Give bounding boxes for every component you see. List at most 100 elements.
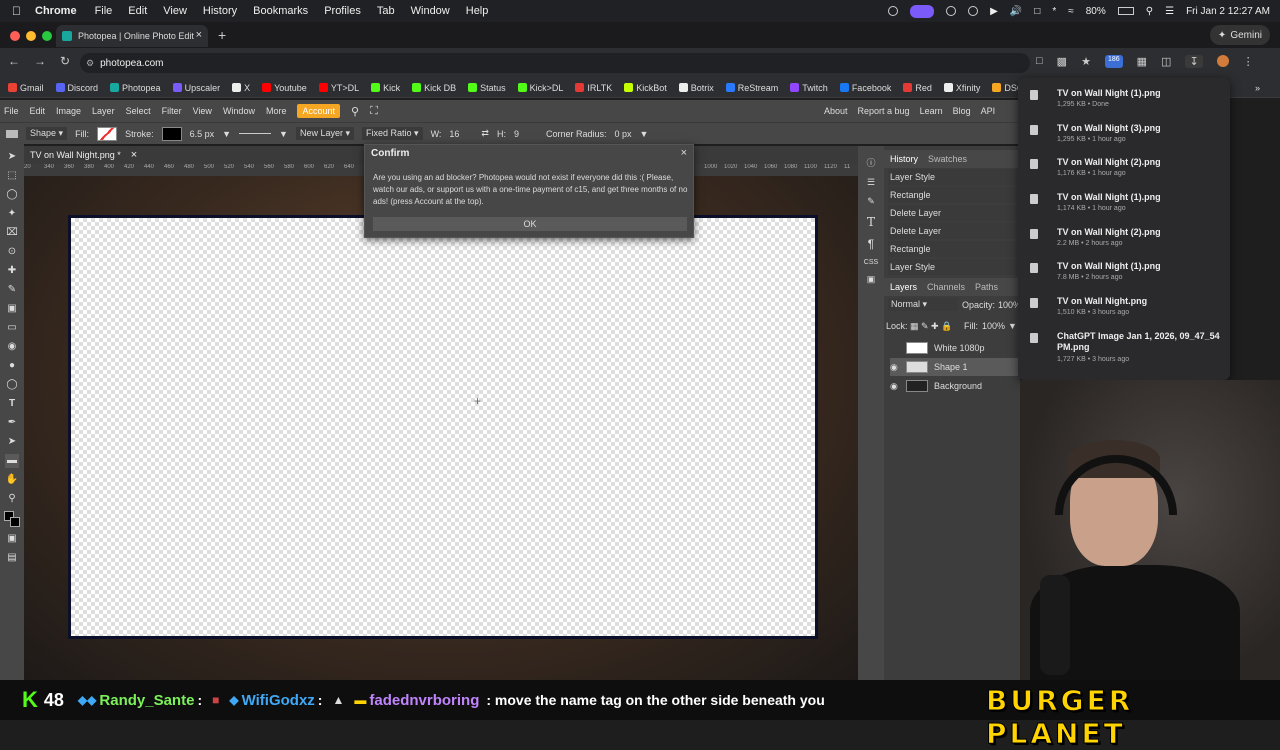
menubar-app-name[interactable]: Chrome xyxy=(35,5,77,17)
profile-avatar[interactable] xyxy=(1216,55,1229,67)
bookmark-kickbot[interactable]: KickBot xyxy=(624,83,667,93)
document-tab[interactable]: TV on Wall Night.png * × xyxy=(26,147,141,163)
page-icon[interactable]: □ xyxy=(1036,55,1043,68)
bookmark-kick[interactable]: Kick xyxy=(371,83,400,93)
pen-tool-icon[interactable]: ✒ xyxy=(5,416,19,430)
eye-icon[interactable]: ◉ xyxy=(890,362,900,373)
eye-icon[interactable]: ◉ xyxy=(890,381,900,392)
status-icon[interactable] xyxy=(946,6,957,16)
css-icon[interactable]: CSS xyxy=(864,259,878,266)
bookmark-irltk[interactable]: IRLTK xyxy=(575,83,612,93)
move-tool-icon[interactable]: ➤ xyxy=(5,150,19,164)
history-item[interactable]: Layer Style xyxy=(888,259,1018,275)
learn-link[interactable]: Learn xyxy=(920,106,943,116)
back-icon[interactable]: ← xyxy=(8,54,20,68)
download-item[interactable]: TV on Wall Night (1).png 7.8 MB • 2 hour… xyxy=(1030,261,1226,289)
pp-menu-image[interactable]: Image xyxy=(56,106,81,116)
tab-swatches[interactable]: Swatches xyxy=(928,154,967,164)
menubar-item-profiles[interactable]: Profiles xyxy=(324,5,361,17)
layer-row[interactable]: White 1080p xyxy=(890,339,1020,357)
magic-wand-tool-icon[interactable]: ✦ xyxy=(5,207,19,221)
new-layer-select[interactable]: New Layer ▾ xyxy=(295,127,355,140)
status-icon[interactable] xyxy=(888,6,899,16)
pp-menu-view[interactable]: View xyxy=(193,106,212,116)
close-window-button[interactable] xyxy=(10,31,20,41)
close-icon[interactable]: × xyxy=(681,147,687,159)
dodge-tool-icon[interactable]: ◯ xyxy=(5,378,19,392)
status-icon[interactable] xyxy=(968,6,979,16)
brush-tool-icon[interactable]: ✎ xyxy=(5,283,19,297)
menubar-item-view[interactable]: View xyxy=(163,5,187,17)
screen-share-icon[interactable] xyxy=(910,4,935,18)
bookmark-status[interactable]: Status xyxy=(468,83,506,93)
menubar-item-window[interactable]: Window xyxy=(411,5,450,17)
eraser-tool-icon[interactable]: ▭ xyxy=(5,321,19,335)
sidebar-icon[interactable]: ◫ xyxy=(1161,55,1171,68)
eyedropper-tool-icon[interactable]: ⊙ xyxy=(5,245,19,259)
pp-menu-window[interactable]: Window xyxy=(223,106,255,116)
menubar-clock[interactable]: Fri Jan 2 12:27 AM xyxy=(1186,6,1270,17)
brush-settings-icon[interactable]: ✎ xyxy=(867,196,875,207)
character-icon[interactable]: T xyxy=(867,215,875,229)
blur-tool-icon[interactable]: ● xyxy=(5,359,19,373)
chevron-down-icon[interactable]: ▼ xyxy=(1008,321,1017,331)
account-button[interactable]: Account xyxy=(297,104,340,118)
menubar-item-bookmarks[interactable]: Bookmarks xyxy=(253,5,308,17)
paragraph-icon[interactable]: ¶ xyxy=(868,237,874,251)
bookmark-discord[interactable]: Discord xyxy=(55,83,98,93)
cast-icon[interactable]: ▩ xyxy=(1057,55,1067,68)
zoom-tool-icon[interactable]: ⚲ xyxy=(5,492,19,506)
bookmark-facebook[interactable]: Facebook xyxy=(839,83,891,93)
bookmark-xfinity[interactable]: Xfinity xyxy=(943,83,980,93)
volume-icon[interactable]: 🔊 xyxy=(1010,6,1022,17)
download-item[interactable]: TV on Wall Night.png 1,510 KB • 3 hours … xyxy=(1030,296,1226,324)
download-item[interactable]: TV on Wall Night (1).png 1,174 KB • 1 ho… xyxy=(1030,192,1226,220)
play-icon[interactable]: ▶ xyxy=(990,6,998,17)
download-icon[interactable]: ↧ xyxy=(1185,55,1203,68)
chevron-down-icon[interactable]: ▼ xyxy=(222,129,231,139)
history-item[interactable]: Rectangle xyxy=(888,241,1018,257)
layer-row[interactable]: ◉ Shape 1 xyxy=(890,358,1020,376)
bookmark-youtube[interactable]: Youtube xyxy=(262,83,307,93)
history-item[interactable]: Delete Layer xyxy=(888,223,1018,239)
tab-paths[interactable]: Paths xyxy=(975,282,998,292)
layer-row[interactable]: ◉ Background xyxy=(890,377,1020,395)
bookmark-kick-db[interactable]: Kick DB xyxy=(412,83,456,93)
browser-tab-photopea[interactable]: Photopea | Online Photo Edit × xyxy=(56,25,208,47)
lock-icons[interactable]: ▦ ✎ ✚ 🔒 xyxy=(910,321,952,332)
extension-badge[interactable]: 186 xyxy=(1104,55,1123,68)
zoom-window-button[interactable] xyxy=(42,31,52,41)
path-select-tool-icon[interactable]: ➤ xyxy=(5,435,19,449)
fill-swatch[interactable] xyxy=(97,126,118,141)
close-tab-icon[interactable]: × xyxy=(196,29,202,41)
site-info-icon[interactable]: ⚙ xyxy=(86,58,94,69)
bookmark-red[interactable]: Red xyxy=(903,83,932,93)
pp-menu-filter[interactable]: Filter xyxy=(162,106,182,116)
bookmark-star-icon[interactable]: ★ xyxy=(1081,55,1091,68)
tab-history[interactable]: History xyxy=(890,154,918,164)
download-item[interactable]: TV on Wall Night (1).png 1,295 KB • Done xyxy=(1030,88,1226,116)
menubar-item-edit[interactable]: Edit xyxy=(128,5,147,17)
marquee-tool-icon[interactable]: ⬚ xyxy=(5,169,19,183)
menubar-item-history[interactable]: History xyxy=(203,5,237,17)
screen-mode-icon[interactable]: ▤ xyxy=(5,551,19,565)
hand-tool-icon[interactable]: ✋ xyxy=(5,473,19,487)
tab-layers[interactable]: Layers xyxy=(890,282,917,292)
bookmark-gmail[interactable]: Gmail xyxy=(8,83,44,93)
menubar-item-file[interactable]: File xyxy=(95,5,113,17)
history-item[interactable]: Delete Layer xyxy=(888,205,1018,221)
blog-link[interactable]: Blog xyxy=(953,106,971,116)
report-bug-link[interactable]: Report a bug xyxy=(858,106,910,116)
gemini-button[interactable]: ✦ Gemini xyxy=(1209,25,1270,45)
tab-channels[interactable]: Channels xyxy=(927,282,965,292)
fill-field[interactable]: 100% xyxy=(982,321,1005,331)
close-document-icon[interactable]: × xyxy=(131,149,137,161)
minimize-window-button[interactable] xyxy=(26,31,36,41)
fixed-ratio-select[interactable]: Fixed Ratio ▾ xyxy=(362,127,423,140)
new-tab-button[interactable]: + xyxy=(218,27,226,43)
height-field[interactable]: 9 xyxy=(514,129,538,139)
bookmarks-overflow-icon[interactable]: » xyxy=(1255,83,1260,93)
bookmark-yt-dl[interactable]: YT>DL xyxy=(318,83,359,93)
chevron-down-icon[interactable]: ▼ xyxy=(640,129,649,139)
wifi-icon[interactable]: ≈ xyxy=(1068,6,1074,17)
